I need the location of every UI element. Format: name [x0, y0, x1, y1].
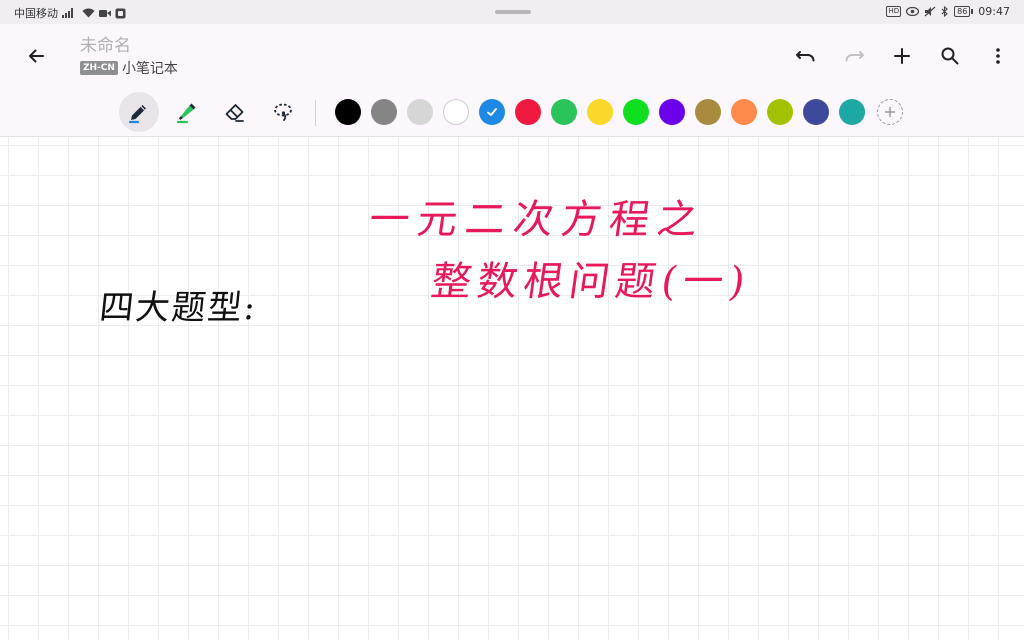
status-left: 中国移动	[14, 5, 126, 21]
add-color-button[interactable]	[877, 99, 903, 125]
status-bar: 中国移动 HD 86 09:47	[0, 0, 1024, 24]
search-button[interactable]	[934, 40, 966, 72]
pen-tool[interactable]	[119, 92, 159, 132]
eraser-tool[interactable]	[215, 92, 255, 132]
color-swatch[interactable]	[479, 99, 505, 125]
color-swatch[interactable]	[731, 99, 757, 125]
color-swatch[interactable]	[587, 99, 613, 125]
app-bar-actions	[790, 40, 1014, 72]
highlighter-tool[interactable]	[167, 92, 207, 132]
battery-icon: 86	[954, 6, 974, 17]
color-swatch[interactable]	[767, 99, 793, 125]
more-options-button[interactable]	[982, 40, 1014, 72]
handwriting-note: 四大题型:	[97, 288, 260, 328]
color-swatch[interactable]	[371, 99, 397, 125]
app-bar: 未命名 ZH-CN 小笔记本	[0, 24, 1024, 88]
highlighter-icon	[176, 103, 196, 124]
lasso-icon	[274, 103, 292, 121]
color-swatch[interactable]	[659, 99, 685, 125]
app-notification-icon	[115, 7, 126, 19]
color-swatch[interactable]	[443, 99, 469, 125]
plus-icon	[894, 48, 910, 64]
bluetooth-icon	[941, 6, 949, 18]
color-swatch[interactable]	[839, 99, 865, 125]
tool-bar	[0, 88, 1024, 137]
undo-button[interactable]	[790, 40, 822, 72]
color-swatch[interactable]	[623, 99, 649, 125]
color-swatch[interactable]	[551, 99, 577, 125]
pen-icon	[128, 105, 146, 124]
status-right: HD 86 09:47	[886, 5, 1010, 18]
mute-icon	[924, 6, 936, 18]
battery-level: 86	[954, 6, 971, 17]
eye-icon	[906, 6, 920, 18]
title-block: 未命名 ZH-CN 小笔记本	[80, 35, 178, 78]
undo-icon	[796, 51, 815, 62]
arrow-left-icon	[29, 49, 44, 63]
toolbar-divider	[315, 100, 316, 126]
add-page-button[interactable]	[886, 40, 918, 72]
battery-tip	[971, 9, 974, 14]
redo-icon	[845, 51, 864, 62]
drawing-canvas[interactable]: 一元二次方程之 整数根问题(一) 四大题型:	[0, 137, 1024, 640]
search-icon	[941, 47, 959, 65]
color-swatch[interactable]	[803, 99, 829, 125]
color-swatch[interactable]	[407, 99, 433, 125]
handwriting-heading-line-1: 一元二次方程之	[366, 197, 709, 243]
checkmark-icon	[487, 108, 497, 116]
document-title[interactable]: 未命名	[80, 35, 178, 57]
redo-button[interactable]	[838, 40, 870, 72]
lasso-tool[interactable]	[263, 92, 303, 132]
color-swatch[interactable]	[335, 99, 361, 125]
more-vertical-icon	[996, 48, 1000, 64]
wifi-icon	[82, 7, 95, 19]
top-drag-handle[interactable]	[495, 10, 531, 14]
signal-icon	[62, 7, 78, 19]
notebook-name: 小笔记本	[121, 61, 178, 77]
color-swatch[interactable]	[695, 99, 721, 125]
video-camera-icon	[99, 7, 111, 19]
language-badge: ZH-CN	[80, 61, 118, 75]
plus-icon	[884, 106, 896, 118]
carrier-name: 中国移动	[14, 7, 58, 20]
eraser-icon	[225, 104, 244, 122]
color-swatch[interactable]	[515, 99, 541, 125]
handwriting-heading-line-2: 整数根问题(一)	[428, 259, 754, 305]
notebook-row[interactable]: ZH-CN 小笔记本	[80, 58, 178, 78]
clock: 09:47	[978, 5, 1010, 18]
back-button[interactable]	[20, 40, 52, 72]
hd-badge: HD	[886, 6, 902, 17]
